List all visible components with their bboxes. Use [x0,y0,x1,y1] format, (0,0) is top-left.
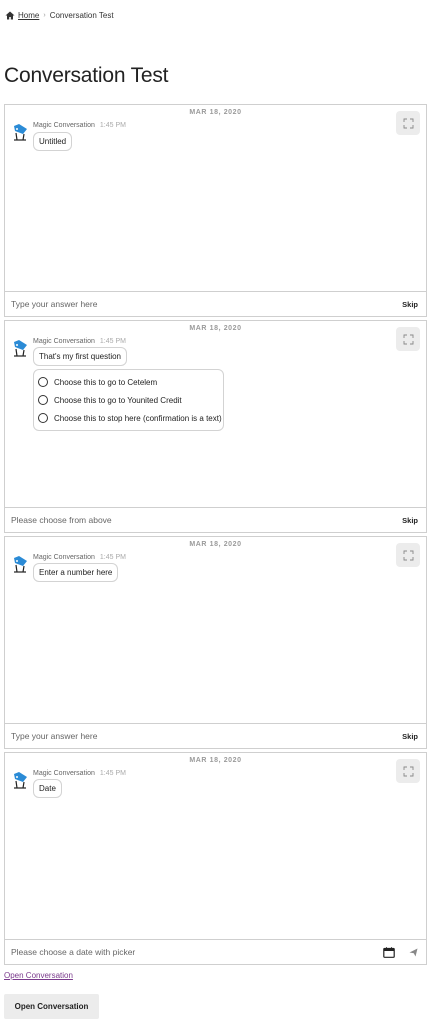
message-meta: Magic Conversation 1:45 PM [33,338,126,345]
avatar-icon [14,124,27,141]
skip-button[interactable]: Skip [402,732,418,741]
answer-bar: Type your answer here Skip [5,723,426,748]
breadcrumb: Home › Conversation Test [5,9,114,21]
choice-label: Choose this to go to Younited Credit [54,395,182,405]
conversation-panel: MAR 18, 2020 Magic Conversation 1:45 PM U… [4,104,427,317]
expand-button[interactable] [396,111,420,135]
sender-name: Magic Conversation [33,770,95,777]
message-bubble: Untitled [33,132,73,151]
calendar-icon[interactable] [383,947,395,958]
page-title: Conversation Test [4,64,169,87]
expand-button[interactable] [396,327,420,351]
skip-button[interactable]: Skip [402,516,418,525]
answer-input[interactable]: Please choose from above [11,515,112,525]
message-time: 1:45 PM [99,554,126,561]
expand-icon [403,550,413,560]
breadcrumb-home-link[interactable]: Home [18,11,39,20]
conversation-date: MAR 18, 2020 [189,757,242,764]
answer-input[interactable]: Type your answer here [11,299,97,309]
message-time: 1:45 PM [99,122,126,129]
breadcrumb-separator: › [43,11,46,19]
radio-icon[interactable] [38,377,48,387]
expand-icon [403,118,413,128]
message-bubble: Date [33,779,62,798]
avatar-icon [14,340,27,357]
message-meta: Magic Conversation 1:45 PM [33,122,126,129]
sender-name: Magic Conversation [33,554,95,561]
message-time: 1:45 PM [99,770,126,777]
open-conversation-button[interactable]: Open Conversation [4,994,99,1019]
choice-label: Choose this to go to Cetelem [54,377,158,387]
answer-input[interactable]: Type your answer here [11,731,97,741]
expand-button[interactable] [396,759,420,783]
choice-label: Choose this to stop here (confirmation i… [54,413,222,423]
conversation-date: MAR 18, 2020 [189,325,242,332]
conversation-panel: MAR 18, 2020 Magic Conversation 1:45 PM T… [4,320,427,533]
sender-name: Magic Conversation [33,122,95,129]
choice-list: Choose this to go to Cetelem Choose this… [33,369,224,431]
answer-bar: Please choose a date with picker [5,939,426,964]
breadcrumb-current: Conversation Test [49,10,114,20]
answer-bar: Please choose from above Skip [5,507,426,532]
conversation-panel: MAR 18, 2020 Magic Conversation 1:45 PM D… [4,752,427,965]
expand-button[interactable] [396,543,420,567]
expand-icon [403,334,413,344]
conversation-panel: MAR 18, 2020 Magic Conversation 1:45 PM E… [4,536,427,749]
date-input[interactable]: Please choose a date with picker [11,947,135,957]
choice-option[interactable]: Choose this to go to Younited Credit [34,391,223,409]
expand-icon [403,766,413,776]
conversation-date: MAR 18, 2020 [189,109,242,116]
avatar-icon [14,556,27,573]
home-icon [5,11,15,19]
choice-option[interactable]: Choose this to stop here (confirmation i… [34,409,223,427]
message-time: 1:45 PM [99,338,126,345]
answer-bar: Type your answer here Skip [5,291,426,316]
sender-name: Magic Conversation [33,338,95,345]
message-meta: Magic Conversation 1:45 PM [33,770,126,777]
message-bubble: Enter a number here [33,563,119,582]
message-meta: Magic Conversation 1:45 PM [33,554,126,561]
open-conversation-link[interactable]: Open Conversation [4,971,73,980]
conversation-date: MAR 18, 2020 [189,541,242,548]
skip-button[interactable]: Skip [402,300,418,309]
send-icon[interactable] [409,948,418,957]
message-bubble: That's my first question [33,347,127,366]
radio-icon[interactable] [38,413,48,423]
avatar-icon [14,772,27,789]
radio-icon[interactable] [38,395,48,405]
choice-option[interactable]: Choose this to go to Cetelem [34,373,223,391]
